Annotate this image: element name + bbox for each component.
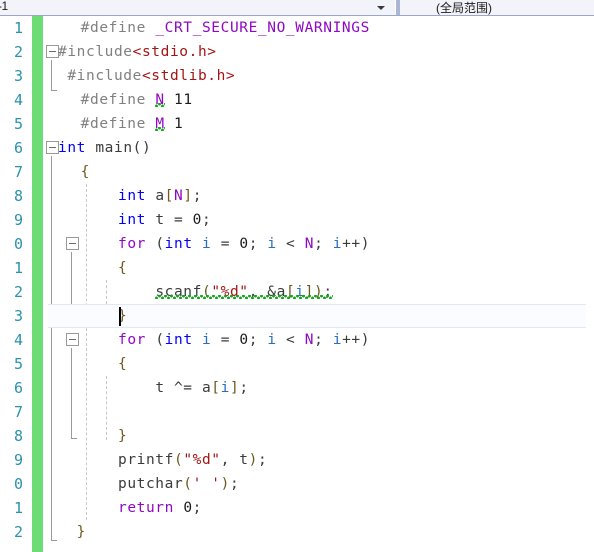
code-line: 9 printf("%d", t); <box>0 448 594 472</box>
global-scope-value: (全局范围) <box>436 0 492 15</box>
code-line: 1 return 0; <box>0 496 594 520</box>
code-line: 2 } <box>0 520 594 544</box>
line-text[interactable]: } <box>58 520 86 544</box>
code-line: 6 t ^= a[i]; <box>0 376 594 400</box>
navigation-bar: -1 (全局范围) <box>0 0 594 16</box>
line-number: 5 <box>13 355 23 373</box>
line-text[interactable]: return 0; <box>62 496 202 520</box>
code-line: 2 scanf("%d", &a[i]); <box>0 280 594 304</box>
line-text[interactable]: { <box>62 160 90 184</box>
line-text[interactable]: scanf("%d", &a[i]); <box>62 280 333 304</box>
line-number: 6 <box>13 379 23 397</box>
line-number: 9 <box>13 211 23 229</box>
line-text[interactable]: int a[N]; <box>62 184 202 208</box>
chevron-down-icon[interactable] <box>377 5 385 10</box>
line-number: 5 <box>13 115 23 133</box>
line-text[interactable]: for (int i = 0; i < N; i++) <box>62 232 370 256</box>
line-number: 7 <box>13 403 23 421</box>
line-text[interactable]: #define _CRT_SECURE_NO_WARNINGS <box>62 16 370 40</box>
line-number: 0 <box>13 475 23 493</box>
member-scope-dropdown[interactable]: -1 <box>0 0 396 15</box>
line-text[interactable]: #define N 11 <box>62 88 193 112</box>
code-line: 0 putchar(' '); <box>0 472 594 496</box>
text-caret <box>119 307 121 326</box>
line-text[interactable]: #include<stdio.h> <box>58 40 217 64</box>
line-number: 8 <box>13 187 23 205</box>
line-number: 3 <box>13 67 23 85</box>
line-text[interactable]: } <box>62 304 127 328</box>
code-line: 3 #include<stdlib.h> <box>0 64 594 88</box>
line-text[interactable]: } <box>62 424 127 448</box>
scanf-warning-span[interactable]: scanf("%d", &a[i]); <box>155 284 332 300</box>
global-scope-dropdown[interactable]: (全局范围) <box>400 0 594 15</box>
code-line: 0 for (int i = 0; i < N; i++) <box>0 232 594 256</box>
line-number: 2 <box>13 283 23 301</box>
line-number: 4 <box>13 91 23 109</box>
code-line: 5 { <box>0 352 594 376</box>
line-number: 6 <box>13 139 23 157</box>
line-text[interactable]: int t = 0; <box>62 208 211 232</box>
code-line: 4 for (int i = 0; i < N; i++) <box>0 328 594 352</box>
current-line-highlight <box>48 304 586 328</box>
code-line: 9 int t = 0; <box>0 208 594 232</box>
line-number: 1 <box>13 259 23 277</box>
line-number: 1 <box>13 499 23 517</box>
code-line: 4 #define N 11 <box>0 88 594 112</box>
line-text[interactable]: #include<stdlib.h> <box>58 64 235 88</box>
code-surface[interactable]: 1 #define _CRT_SECURE_NO_WARNINGS 2 #inc… <box>0 16 594 552</box>
line-text[interactable]: { <box>62 352 127 376</box>
line-number: 3 <box>13 307 23 325</box>
line-number: 4 <box>13 331 23 349</box>
code-line: 8 int a[N]; <box>0 184 594 208</box>
line-text[interactable]: { <box>62 256 127 280</box>
line-text[interactable]: int main() <box>58 136 151 160</box>
code-line: 1 { <box>0 256 594 280</box>
member-scope-value: -1 <box>0 0 8 13</box>
line-text[interactable]: putchar(' '); <box>62 472 239 496</box>
code-line: 7 <box>0 400 594 424</box>
line-number: 0 <box>13 235 23 253</box>
code-editor[interactable]: 1 #define _CRT_SECURE_NO_WARNINGS 2 #inc… <box>0 16 594 552</box>
code-line-current: 3 } <box>0 304 594 328</box>
line-text[interactable]: for (int i = 0; i < N; i++) <box>62 328 370 352</box>
line-text[interactable]: t ^= a[i]; <box>62 376 249 400</box>
line-number: 7 <box>13 163 23 181</box>
code-line: 8 } <box>0 424 594 448</box>
code-line: 6 int main() <box>0 136 594 160</box>
line-number: 1 <box>13 19 23 37</box>
line-number: 9 <box>13 451 23 469</box>
code-line: 7 { <box>0 160 594 184</box>
line-number: 8 <box>13 427 23 445</box>
code-line: 5 #define M 1 <box>0 112 594 136</box>
line-number: 2 <box>13 43 23 61</box>
code-line: 1 #define _CRT_SECURE_NO_WARNINGS <box>0 16 594 40</box>
line-number: 2 <box>13 523 23 541</box>
code-line: 2 #include<stdio.h> <box>0 40 594 64</box>
line-text[interactable]: printf("%d", t); <box>62 448 267 472</box>
line-text[interactable]: #define M 1 <box>62 112 183 136</box>
